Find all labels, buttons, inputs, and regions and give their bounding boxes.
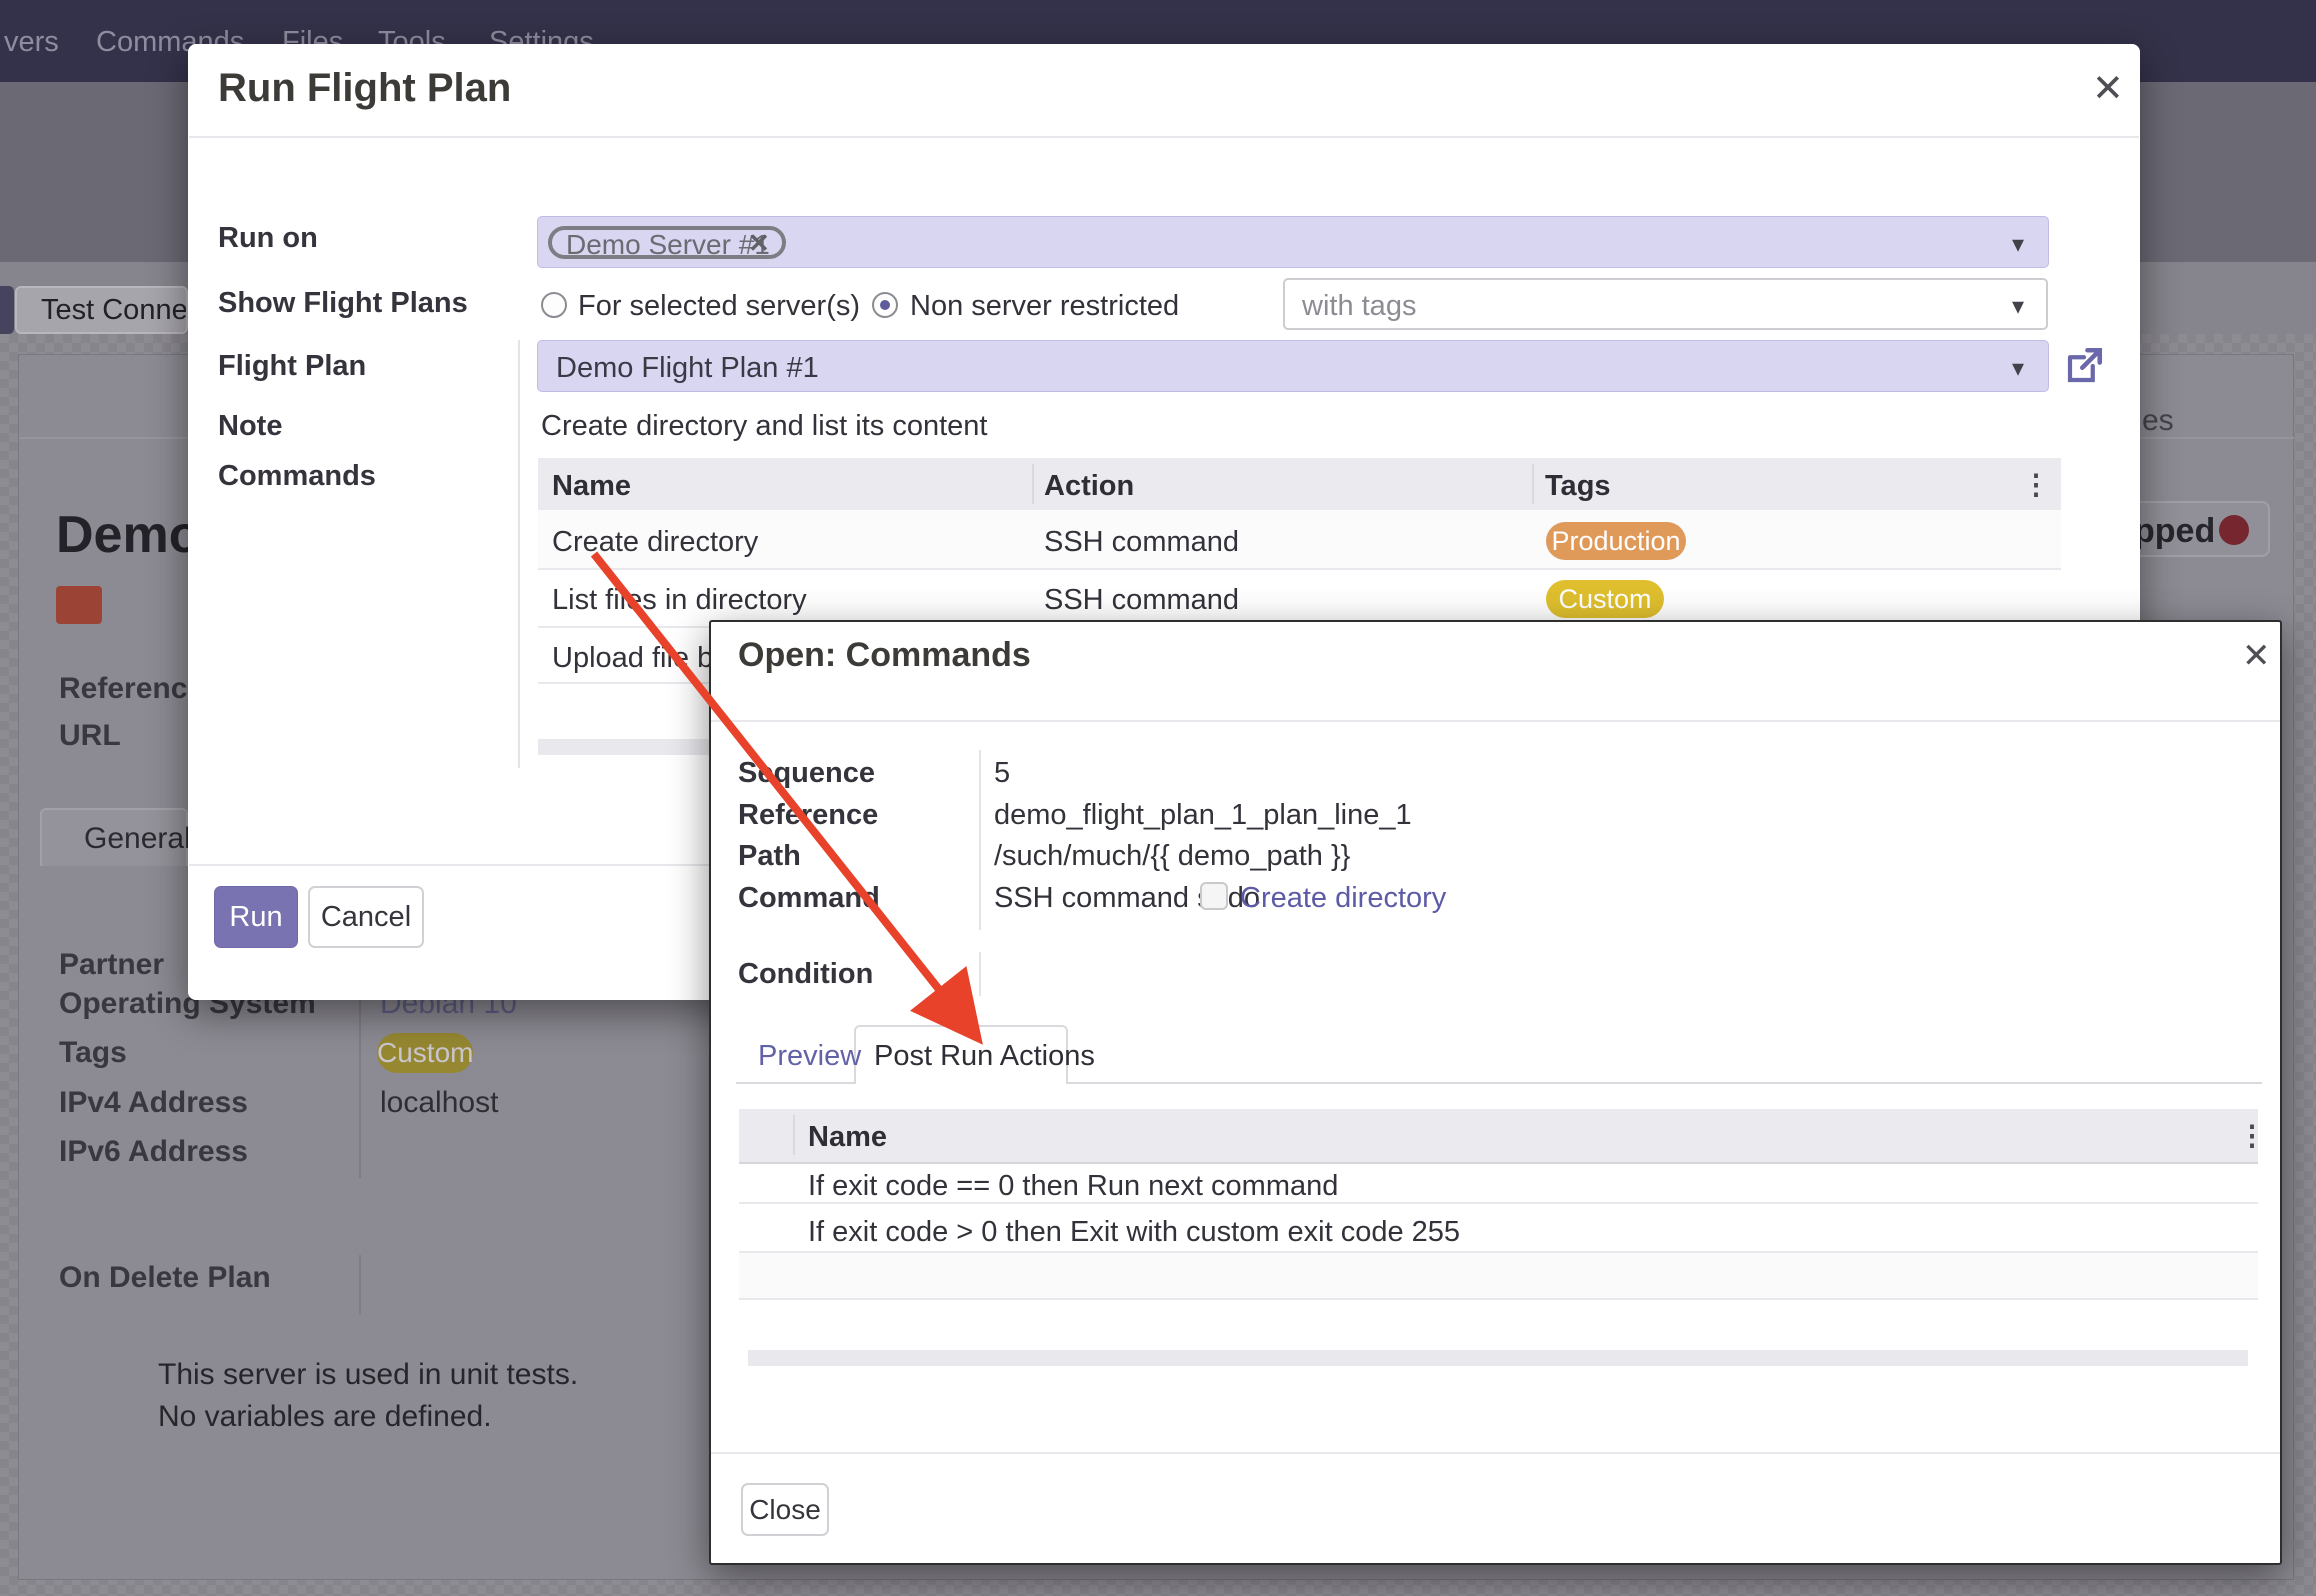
tag-pill-custom-bg: Custom: [377, 1033, 473, 1073]
cancel-button[interactable]: Cancel: [308, 886, 424, 948]
row-action: SSH command: [1044, 526, 1239, 559]
form-group-separator: [518, 340, 520, 768]
tab-post-run-actions-label: Post Run Actions: [874, 1040, 1095, 1073]
form-group-separator: [979, 750, 981, 930]
run-button[interactable]: Run: [214, 886, 298, 948]
col-header-name[interactable]: Name: [552, 470, 631, 503]
flight-plan-value: Demo Flight Plan #1: [556, 352, 819, 385]
field-label-tags: Tags: [59, 1036, 127, 1070]
stat-button-fragment[interactable]: es: [2142, 404, 2174, 438]
note-label: Note: [218, 410, 282, 443]
server-color-swatch[interactable]: [56, 586, 102, 624]
path-value: /such/much/{{ demo_path }}: [994, 840, 1350, 873]
with-tags-placeholder: with tags: [1302, 290, 1416, 323]
row-name: List files in directory: [552, 584, 807, 617]
field-label-reference: Reference: [59, 672, 204, 706]
pra-table-header: [739, 1109, 2258, 1164]
condition-label: Condition: [738, 958, 873, 991]
server-title: Demo: [56, 505, 188, 565]
row-name: Create directory: [552, 526, 758, 559]
status-dot-icon: [2219, 515, 2249, 545]
row-divider: [538, 568, 2061, 570]
commands-table-header: [538, 458, 2061, 512]
reference-value: demo_flight_plan_1_plan_line_1: [994, 799, 1412, 832]
col-header-name[interactable]: Name: [808, 1121, 887, 1154]
test-connection-button[interactable]: Test Connec: [15, 286, 188, 334]
tag-pill-custom: Custom: [1546, 580, 1664, 618]
tab-preview[interactable]: Preview: [758, 1040, 861, 1073]
close-icon[interactable]: ✕: [2242, 636, 2271, 676]
tag-pill-production: Production: [1546, 522, 1686, 560]
close-button[interactable]: Close: [741, 1483, 829, 1536]
field-label-ipv6: IPv6 Address: [59, 1135, 248, 1169]
run-modal-title: Run Flight Plan: [218, 66, 511, 111]
server-note-line2: No variables are defined.: [158, 1400, 492, 1434]
tag-remove-icon[interactable]: ✕: [748, 228, 770, 259]
radio-for-selected-servers-label[interactable]: For selected server(s): [578, 290, 860, 323]
modal-header-divider: [189, 136, 2139, 138]
screen: vers Commands Files Tools Settings Test …: [0, 0, 2316, 1596]
field-label-ipv4: IPv4 Address: [59, 1086, 248, 1120]
chevron-down-icon[interactable]: ▾: [2012, 292, 2024, 321]
row-action: SSH command: [1044, 584, 1239, 617]
reference-label: Reference: [738, 799, 878, 832]
close-icon[interactable]: ✕: [2092, 66, 2124, 111]
tab-general-label: General: [84, 822, 191, 856]
nav-item-servers[interactable]: vers: [4, 26, 59, 59]
empty-table-row: [739, 1253, 2258, 1298]
sequence-value: 5: [994, 757, 1010, 790]
field-value-ipv4: localhost: [380, 1086, 498, 1120]
commands-modal-title: Open: Commands: [738, 636, 1031, 675]
column-divider: [793, 1115, 795, 1155]
field-separator: [359, 1255, 361, 1315]
field-label-partner: Partner: [59, 948, 164, 982]
col-header-tags[interactable]: Tags: [1545, 470, 1611, 503]
chevron-down-icon[interactable]: ▾: [2012, 230, 2024, 259]
flight-plan-label: Flight Plan: [218, 350, 366, 383]
column-divider: [1032, 464, 1034, 504]
command-label: Command: [738, 882, 880, 915]
server-note-line1: This server is used in unit tests.: [158, 1358, 578, 1392]
row-divider: [739, 1298, 2258, 1300]
radio-non-server-restricted-label[interactable]: Non server restricted: [910, 290, 1179, 323]
server-tag-label: Demo Server #1: [566, 229, 770, 261]
run-on-label: Run on: [218, 222, 318, 255]
column-divider: [1532, 464, 1534, 504]
table-options-icon[interactable]: ⋮: [2022, 468, 2050, 501]
col-header-action[interactable]: Action: [1044, 470, 1134, 503]
show-flight-plans-label: Show Flight Plans: [218, 287, 468, 320]
table-row[interactable]: [538, 510, 2061, 568]
radio-for-selected-servers[interactable]: [541, 292, 567, 318]
chevron-down-icon[interactable]: ▾: [2012, 354, 2024, 383]
form-group-separator: [979, 952, 981, 996]
open-commands-modal: [709, 620, 2282, 1565]
commands-label: Commands: [218, 460, 376, 493]
pra-row-name[interactable]: If exit code > 0 then Exit with custom e…: [808, 1216, 1460, 1249]
pra-row-name[interactable]: If exit code == 0 then Run next command: [808, 1170, 1338, 1203]
modal-footer-divider: [711, 1452, 2280, 1454]
modal-header-divider: [711, 720, 2280, 722]
command-link[interactable]: Create directory: [1240, 882, 1446, 915]
row-divider: [739, 1202, 2258, 1204]
sequence-label: Sequence: [738, 757, 875, 790]
sudo-checkbox[interactable]: [1200, 882, 1228, 910]
note-value: Create directory and list its content: [541, 410, 987, 443]
field-label-on-delete-plan: On Delete Plan: [59, 1261, 271, 1295]
external-link-icon[interactable]: [2063, 345, 2105, 387]
field-label-url: URL: [59, 719, 121, 753]
row-name: Upload file by: [552, 642, 728, 675]
table-options-icon[interactable]: ⋮: [2238, 1119, 2266, 1152]
primary-button-fragment[interactable]: [0, 286, 14, 334]
field-separator: [359, 993, 361, 1178]
status-badge-label: pped: [2134, 512, 2215, 551]
path-label: Path: [738, 840, 801, 873]
radio-non-server-restricted[interactable]: [872, 292, 898, 318]
horizontal-scrollbar[interactable]: [748, 1350, 2248, 1366]
